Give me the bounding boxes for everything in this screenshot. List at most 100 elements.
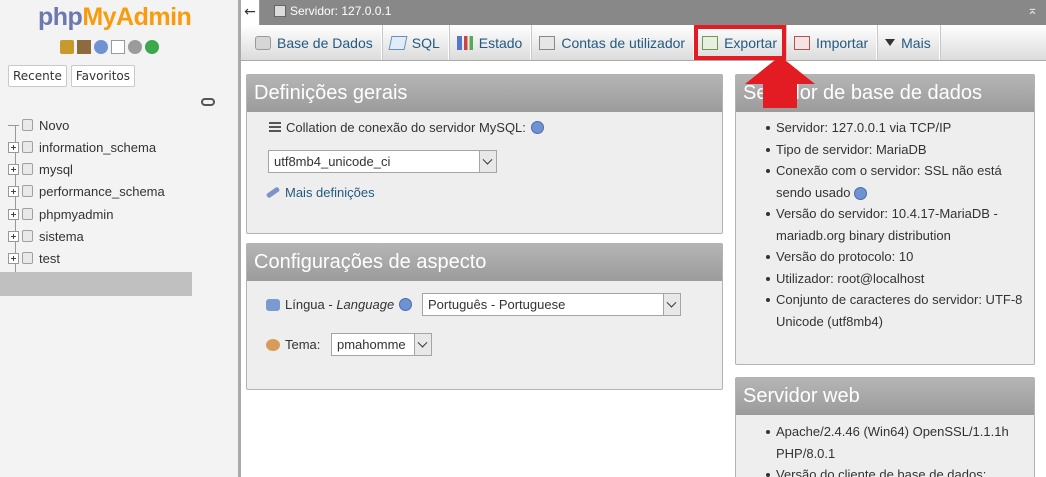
tree-item-label: sistema xyxy=(39,228,84,244)
database-server-info-list: Servidor: 127.0.0.1 via TCP/IP Tipo de s… xyxy=(736,117,1032,332)
server-breadcrumb-bar: ← Servidor: 127.0.0.1 ⌅ xyxy=(241,0,1046,25)
nav-resize-handle[interactable] xyxy=(238,0,241,477)
tab-label: Exportar xyxy=(724,34,778,51)
tree-item-information-schema[interactable]: information_schema xyxy=(8,137,156,157)
list-item: Utilizador: root@localhost xyxy=(736,268,1032,290)
panel-title: Servidor web xyxy=(736,378,1034,415)
help-icon[interactable] xyxy=(530,121,544,134)
status-icon xyxy=(456,35,473,50)
tree-item-label: phpmyadmin xyxy=(39,206,114,222)
language-row: Língua - Language xyxy=(266,297,413,312)
tree-connector xyxy=(8,124,19,126)
expand-icon[interactable] xyxy=(8,163,19,175)
main-menu: Base de Dados SQL Estado Contas de utili… xyxy=(241,25,1046,61)
expand-icon[interactable] xyxy=(8,185,19,197)
tree-item-label: Novo xyxy=(39,117,70,133)
tab-label: Estado xyxy=(478,34,523,51)
language-value: Português - Portuguese xyxy=(428,297,566,312)
chevron-down-icon xyxy=(479,151,496,172)
home-icon[interactable] xyxy=(60,40,74,54)
collapse-menu-icon[interactable]: ⌅ xyxy=(1027,3,1038,18)
link-icon[interactable] xyxy=(201,98,215,106)
gear-icon[interactable] xyxy=(128,40,142,54)
chevron-down-icon xyxy=(885,39,896,46)
collation-label: Collation de conexão do servidor MySQL: xyxy=(286,120,526,135)
database-icon xyxy=(22,141,33,153)
database-icon xyxy=(22,230,33,242)
appearance-settings-panel: Configurações de aspecto xyxy=(246,243,723,390)
tab-databases[interactable]: Base de Dados xyxy=(247,25,382,60)
help-icon[interactable] xyxy=(94,40,108,54)
tree-item-sistema[interactable]: sistema xyxy=(8,226,84,246)
tree-item-performance-schema[interactable]: performance_schema xyxy=(8,181,165,201)
phpmyadmin-logo[interactable]: phpMyAdmin xyxy=(38,3,192,32)
expand-icon[interactable] xyxy=(8,208,19,220)
tab-more[interactable]: Mais xyxy=(877,25,940,60)
tree-selection-bar xyxy=(0,272,192,296)
tab-label: Mais xyxy=(901,34,931,51)
documentation-icon[interactable] xyxy=(111,40,125,54)
tree-item-label: performance_schema xyxy=(39,183,165,199)
logout-icon[interactable] xyxy=(77,40,91,54)
help-icon[interactable] xyxy=(854,186,868,200)
tab-import[interactable]: Importar xyxy=(786,25,878,60)
list-item: Apache/2.4.46 (Win64) OpenSSL/1.1.1h PHP… xyxy=(736,421,1032,464)
tree-item-label: test xyxy=(39,250,60,266)
list-item: Versão do cliente de base de dados: xyxy=(736,464,1032,477)
tab-label: SQL xyxy=(411,34,440,51)
nav-tabs: Recente Favoritos xyxy=(8,65,136,87)
database-icon xyxy=(22,163,33,175)
database-icon xyxy=(255,35,271,50)
favorites-tab[interactable]: Favoritos xyxy=(70,65,136,87)
tab-export[interactable]: Exportar xyxy=(694,25,787,60)
palette-icon xyxy=(266,338,280,351)
more-settings-row: Mais definições xyxy=(265,185,375,200)
tree-item-mysql[interactable]: mysql xyxy=(8,159,73,179)
language-select[interactable]: Português - Portuguese xyxy=(422,293,681,316)
theme-select[interactable]: pmahomme xyxy=(331,333,432,356)
recent-tab[interactable]: Recente xyxy=(8,65,67,87)
chevron-down-icon xyxy=(414,334,431,355)
red-arrow-annotation xyxy=(745,56,815,108)
list-item: Versão do servidor: 10.4.17-MariaDB - ma… xyxy=(736,203,1032,246)
wrench-icon xyxy=(265,186,281,199)
tab-user-accounts[interactable]: Contas de utilizador xyxy=(531,25,695,60)
list-item: Versão do protocolo: 10 xyxy=(736,246,1032,268)
database-icon xyxy=(22,185,33,197)
expand-icon[interactable] xyxy=(8,230,19,242)
expand-icon[interactable] xyxy=(8,141,19,153)
tree-item-test[interactable]: test xyxy=(8,248,60,268)
database-icon xyxy=(22,252,33,264)
list-item: Servidor: 127.0.0.1 via TCP/IP xyxy=(736,117,1032,139)
collation-select[interactable]: utf8mb4_unicode_ci xyxy=(268,150,497,173)
tree-item-label: information_schema xyxy=(39,139,157,155)
theme-label: Tema: xyxy=(285,337,321,352)
list-item: Conjunto de caracteres do servidor: UTF-… xyxy=(736,289,1032,332)
database-icon xyxy=(22,208,33,220)
list-item: Tipo de servidor: MariaDB xyxy=(736,139,1032,161)
sql-icon xyxy=(388,35,408,50)
users-icon xyxy=(539,35,556,50)
reload-icon[interactable] xyxy=(145,40,159,54)
tab-status[interactable]: Estado xyxy=(449,25,532,60)
help-icon[interactable] xyxy=(399,298,413,311)
language-icon xyxy=(266,298,280,311)
web-server-info-list: Apache/2.4.46 (Win64) OpenSSL/1.1.1h PHP… xyxy=(736,421,1032,477)
tab-label: Contas de utilizador xyxy=(561,34,686,51)
more-settings-link[interactable]: Mais definições xyxy=(285,185,375,200)
import-icon xyxy=(794,35,811,50)
language-label: Língua - Language xyxy=(285,297,395,312)
theme-value: pmahomme xyxy=(337,337,406,352)
tree-item-phpmyadmin[interactable]: phpmyadmin xyxy=(8,204,113,224)
panel-title: Configurações de aspecto xyxy=(247,244,722,281)
tab-sql[interactable]: SQL xyxy=(382,25,449,60)
theme-row: Tema: xyxy=(266,337,320,352)
list-icon xyxy=(269,121,281,134)
back-button[interactable]: ← xyxy=(241,0,260,25)
tab-label: Importar xyxy=(816,34,869,51)
tab-label: Base de Dados xyxy=(277,34,373,51)
expand-icon[interactable] xyxy=(8,252,19,264)
panel-title: Definições gerais xyxy=(247,75,722,112)
tree-item-novo[interactable]: Novo xyxy=(8,115,69,135)
server-breadcrumb[interactable]: Servidor: 127.0.0.1 xyxy=(274,4,391,18)
